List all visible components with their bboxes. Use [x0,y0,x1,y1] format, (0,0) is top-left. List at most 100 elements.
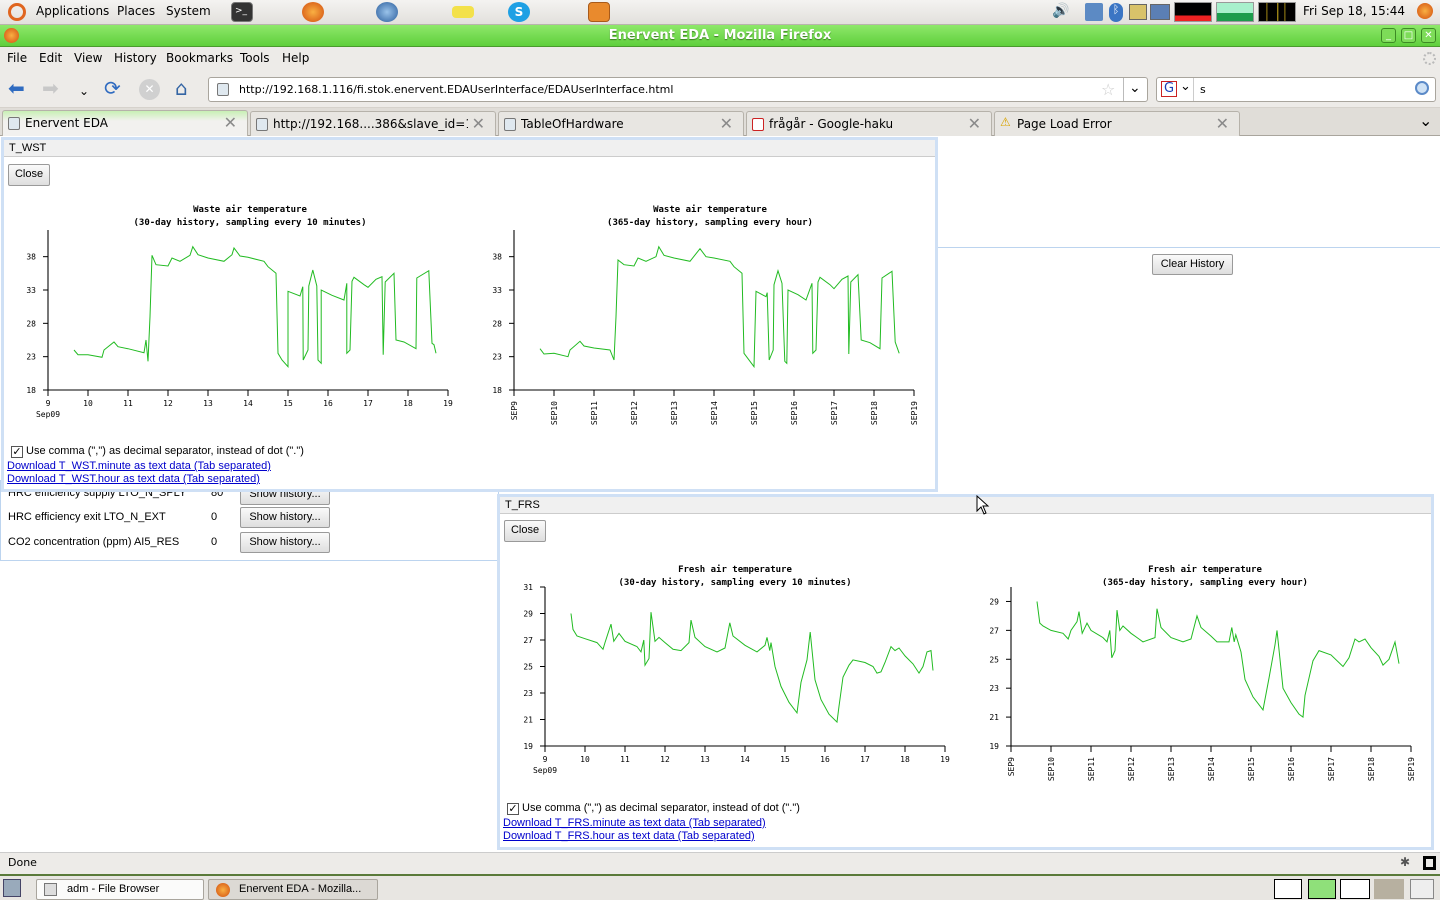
x-tick-label: SEP10 [550,401,559,425]
workspace-2[interactable] [1308,879,1336,899]
menu-bookmarks[interactable]: Bookmarks [166,51,233,65]
sensor-table: HRC efficiency supply LTO_N_SPLY 80 Show… [0,480,499,561]
x-tick-label: 11 [620,755,630,764]
x-tick-label: 17 [363,399,373,408]
close-tab-icon[interactable]: ✕ [472,114,485,133]
maximize-button[interactable]: □ [1401,28,1416,43]
menu-help[interactable]: Help [282,51,309,65]
cpu-monitor-graph[interactable] [1174,2,1212,22]
workspace-4[interactable] [1374,879,1404,899]
workspace-3[interactable] [1340,879,1370,899]
download-minute-link[interactable]: Download T_FRS.minute as text data (Tab … [503,817,766,829]
bluetooth-icon[interactable]: ᛒ [1109,3,1123,22]
network-manager-icon[interactable] [1150,4,1170,20]
x-tick-label: 16 [323,399,333,408]
engine-dropdown-icon[interactable]: ⌄ [1180,79,1191,94]
close-button[interactable]: Close [8,164,50,186]
taskbar-file-browser[interactable]: adm - File Browser [36,879,204,900]
window-titlebar[interactable]: Enervent EDA - Mozilla Firefox _ □ ✕ [0,25,1440,47]
tab-enervent-eda[interactable]: Enervent EDA ✕ [2,110,248,136]
url-bar[interactable]: http://192.168.1.116/fi.stok.enervent.ED… [208,77,1148,102]
download-hour-link[interactable]: Download T_FRS.hour as text data (Tab se… [503,830,755,842]
x-tick-label: SEP16 [1287,757,1296,781]
menu-system[interactable]: System [166,4,211,18]
url-text[interactable]: http://192.168.1.116/fi.stok.enervent.ED… [239,83,673,96]
clock[interactable]: Fri Sep 18, 15:44 [1303,4,1405,18]
bookmark-star-icon[interactable]: ☆ [1101,80,1115,99]
thunderbird-launcher-icon[interactable] [376,2,398,22]
terminal-icon[interactable]: >_ [231,2,253,22]
menu-history[interactable]: History [114,51,157,65]
x-tick-label: 15 [780,755,790,764]
checkbox-label: Use comma (",") as decimal separator, in… [26,445,304,457]
download-hour-link[interactable]: Download T_WST.hour as text data (Tab se… [7,473,260,485]
clear-history-button[interactable]: Clear History [1152,254,1233,275]
menu-places[interactable]: Places [117,4,155,18]
notes-launcher-icon[interactable] [452,6,474,18]
site-identity-icon[interactable] [217,83,229,96]
status-indicator-icon[interactable] [1423,856,1436,870]
history-dropdown-icon[interactable]: ⌄ [79,81,89,101]
popup-title[interactable]: T_FRS [500,497,1431,514]
firefox-tray-icon[interactable] [1417,3,1433,19]
show-desktop-icon[interactable] [3,879,21,897]
frs-hour-chart: Fresh air temperature (365-day history, s… [989,564,1416,781]
close-tab-icon[interactable]: ✕ [224,113,237,132]
workspace-1[interactable] [1274,879,1302,899]
google-favicon-icon [752,118,764,131]
home-button[interactable]: ⌂ [175,78,188,98]
close-window-button[interactable]: ✕ [1421,28,1436,43]
show-history-button[interactable]: Show history... [240,507,330,528]
x-tick-label: 14 [243,399,253,408]
net-monitor-graph[interactable] [1258,2,1296,22]
forward-button[interactable]: ➡ [42,78,59,98]
tab-page-load-error[interactable]: ⚠ Page Load Error ✕ [994,111,1240,136]
url-dropdown-icon[interactable]: ⌄ [1129,80,1141,96]
x-tick-label: 10 [83,399,93,408]
checkbox-checked-icon[interactable]: ✓ [507,803,519,815]
menu-edit[interactable]: Edit [39,51,62,65]
tab-slave-id[interactable]: http://192.168....386&slave_id=1& ✕ [250,111,496,136]
network-icon[interactable] [1085,3,1103,21]
minimize-button[interactable]: _ [1381,28,1396,43]
memory-monitor-graph[interactable] [1216,2,1254,22]
reload-button[interactable]: ⟳ [104,78,121,98]
tab-list-dropdown-icon[interactable]: ⌄ [1419,111,1432,130]
firefox-launcher-icon[interactable] [302,2,324,22]
y-tick-label: 23 [989,684,999,693]
frs-minute-chart: Fresh air temperature (30-day history, sa… [523,564,950,775]
tab-google-haku[interactable]: frågår - Google-haku ✕ [746,111,992,136]
close-button[interactable]: Close [504,520,546,542]
comma-separator-checkbox[interactable]: ✓ Use comma (",") as decimal separator, i… [11,445,304,458]
search-icon[interactable] [1415,81,1429,95]
google-engine-icon[interactable]: G [1161,81,1177,97]
addon-icon[interactable]: ✱ [1400,855,1410,869]
stop-button[interactable]: ✕ [139,79,160,100]
menu-view[interactable]: View [74,51,102,65]
ubuntu-logo-icon[interactable] [8,3,26,21]
app-launcher-icon[interactable] [588,2,610,22]
taskbar-firefox[interactable]: Enervent EDA - Mozilla... [208,879,378,900]
close-tab-icon[interactable]: ✕ [1216,114,1229,133]
display-icon[interactable] [1129,4,1147,20]
search-bar[interactable]: G ⌄ s [1156,77,1436,102]
close-tab-icon[interactable]: ✕ [968,114,981,133]
skype-launcher-icon[interactable]: S [508,2,530,22]
download-minute-link[interactable]: Download T_WST.minute as text data (Tab … [7,460,271,472]
volume-icon[interactable]: 🔊 [1052,3,1069,19]
back-button[interactable]: ⬅ [8,78,25,98]
comma-separator-checkbox[interactable]: ✓ Use comma (",") as decimal separator, i… [507,802,800,815]
tab-label: frågår - Google-haku [769,117,894,131]
checkbox-checked-icon[interactable]: ✓ [11,446,23,458]
close-tab-icon[interactable]: ✕ [720,114,733,133]
task-label: Enervent EDA - Mozilla... [239,883,362,895]
tab-table-of-hardware[interactable]: TableOfHardware ✕ [498,111,744,136]
menu-tools[interactable]: Tools [240,51,270,65]
menu-applications[interactable]: Applications [36,4,109,18]
menu-file[interactable]: File [7,51,27,65]
trash-icon[interactable] [1410,879,1434,899]
menu-bar: File Edit View History Bookmarks Tools H… [0,47,1440,70]
search-input[interactable]: s [1200,83,1206,96]
popup-title[interactable]: T_WST [4,140,935,157]
show-history-button[interactable]: Show history... [240,532,330,553]
